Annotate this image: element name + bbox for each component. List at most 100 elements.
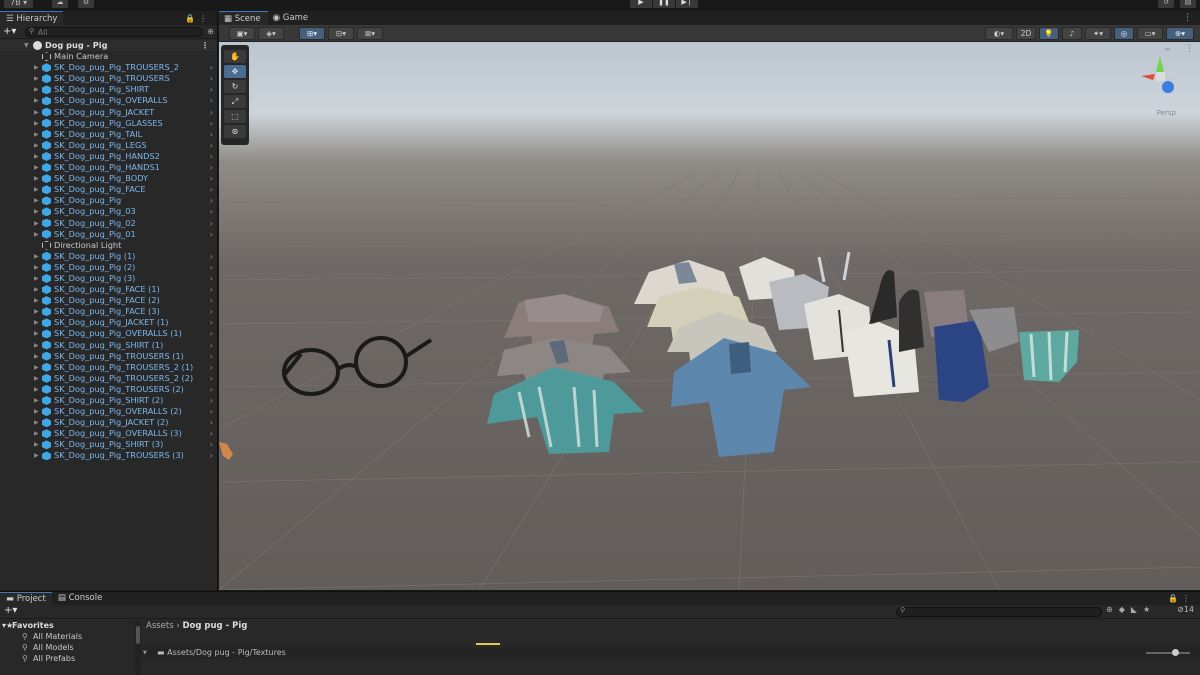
open-prefab-chevron-icon[interactable]: › [210, 173, 213, 184]
hidden-count-badge[interactable]: ⊘14 [1177, 605, 1194, 614]
gizmos-dropdown[interactable]: ⊕▾ [1166, 27, 1194, 40]
cloud-icon[interactable]: ☁ [52, 0, 68, 8]
expand-arrow-icon[interactable]: ▶ [34, 439, 39, 450]
move-tool-icon[interactable]: ✥ [224, 65, 246, 78]
pause-button[interactable]: ❚❚ [653, 0, 675, 8]
hierarchy-item[interactable]: ▶ SK_Dog_pug_Pig (1) › [0, 251, 217, 262]
favorite-item[interactable]: All Prefabs [0, 653, 140, 664]
open-prefab-chevron-icon[interactable]: › [210, 362, 213, 373]
expand-arrow-icon[interactable]: ▶ [34, 73, 39, 84]
create-asset-button[interactable]: +▾ [4, 605, 17, 616]
open-prefab-chevron-icon[interactable]: › [210, 284, 213, 295]
favorite-item[interactable]: All Models [0, 642, 140, 653]
hierarchy-item[interactable]: ▶ SK_Dog_pug_Pig_02 › [0, 218, 217, 229]
create-button[interactable]: +▾ [3, 26, 21, 37]
hierarchy-item[interactable]: ▶ SK_Dog_pug_Pig_SHIRT (2) › [0, 395, 217, 406]
open-prefab-chevron-icon[interactable]: › [210, 351, 213, 362]
expand-arrow-icon[interactable]: ▶ [34, 317, 39, 328]
hierarchy-item[interactable]: ▶ SK_Dog_pug_Pig › [0, 195, 217, 206]
hierarchy-item[interactable]: ▶ SK_Dog_pug_Pig_TROUSERS_2 (1) › [0, 362, 217, 373]
hierarchy-item[interactable]: ▶ SK_Dog_pug_Pig_HANDS1 › [0, 162, 217, 173]
snap-increment-dropdown[interactable]: ⊟▾ [328, 27, 354, 40]
open-prefab-chevron-icon[interactable]: › [210, 118, 213, 129]
project-search-input[interactable] [896, 606, 1102, 617]
expand-arrow-icon[interactable]: ▶ [34, 195, 39, 206]
expand-arrow-icon[interactable]: ▶ [34, 218, 39, 229]
hierarchy-item[interactable]: ▶ SK_Dog_pug_Pig_BODY › [0, 173, 217, 184]
favorites-header[interactable]: ▾★ Favorites [0, 620, 140, 631]
draw-mode-dropdown[interactable]: ▣▾ [229, 27, 255, 40]
open-prefab-chevron-icon[interactable]: › [210, 340, 213, 351]
hierarchy-item[interactable]: ▶ SK_Dog_pug_Pig_03 › [0, 206, 217, 217]
expand-arrow-icon[interactable]: ▶ [34, 262, 39, 273]
expand-arrow-icon[interactable]: ▶ [34, 95, 39, 106]
open-prefab-chevron-icon[interactable]: › [210, 73, 213, 84]
viewport-menu-icon[interactable]: ⋮ [1185, 44, 1194, 54]
hierarchy-item[interactable]: ▶ SK_Dog_pug_Pig_TROUSERS (3) › [0, 450, 217, 461]
step-button[interactable]: ▶❘ [676, 0, 698, 8]
hierarchy-item[interactable]: ▶ SK_Dog_pug_Pig_OVERALLS (1) › [0, 328, 217, 339]
hierarchy-item[interactable]: ▶ SK_Dog_pug_Pig_TROUSERS_2 › [0, 62, 217, 73]
expand-arrow-icon[interactable]: ▶ [34, 140, 39, 151]
render-mode-dropdown[interactable]: ◐▾ [985, 27, 1013, 40]
hierarchy-item[interactable]: ▶ SK_Dog_pug_Pig_TROUSERS_2 (2) › [0, 373, 217, 384]
open-prefab-chevron-icon[interactable]: › [210, 273, 213, 284]
panel-menu-icon[interactable]: ⋮ [1183, 11, 1200, 25]
open-prefab-chevron-icon[interactable]: › [210, 317, 213, 328]
open-prefab-chevron-icon[interactable]: › [210, 395, 213, 406]
expand-arrow-icon[interactable]: ▶ [34, 295, 39, 306]
open-prefab-chevron-icon[interactable]: › [210, 162, 213, 173]
expand-arrow-icon[interactable]: ▶ [34, 417, 39, 428]
open-prefab-chevron-icon[interactable]: › [210, 229, 213, 240]
open-prefab-chevron-icon[interactable]: › [210, 206, 213, 217]
expand-arrow-icon[interactable]: ▶ [34, 362, 39, 373]
hierarchy-item[interactable]: ▶ SK_Dog_pug_Pig_JACKET (2) › [0, 417, 217, 428]
scale-tool-icon[interactable]: ⤢ [224, 95, 246, 108]
expand-arrow-icon[interactable]: ▶ [34, 373, 39, 384]
tab-game[interactable]: ◉ Game [268, 11, 315, 25]
hierarchy-item[interactable]: Directional Light [0, 240, 217, 251]
open-prefab-chevron-icon[interactable]: › [210, 184, 213, 195]
tab-project[interactable]: ▬ Project [0, 592, 52, 605]
expand-arrow-icon[interactable]: ▶ [34, 306, 39, 317]
open-prefab-chevron-icon[interactable]: › [210, 450, 213, 461]
expand-arrow-icon[interactable]: ▶ [34, 151, 39, 162]
hierarchy-item[interactable]: ▶ SK_Dog_pug_Pig_LEGS › [0, 140, 217, 151]
expand-arrow-icon[interactable]: ▶ [34, 229, 39, 240]
scene-menu-icon[interactable]: ⋮ [201, 40, 209, 51]
orientation-gizmo[interactable] [1141, 56, 1177, 93]
shirt-models[interactable] [634, 257, 919, 457]
overlay-menu-icon[interactable]: ═ [1165, 45, 1170, 54]
play-button[interactable]: ▶ [630, 0, 652, 8]
icon-size-slider[interactable] [1146, 649, 1190, 656]
tab-scene[interactable]: ▦ Scene [219, 11, 268, 25]
expand-arrow-icon[interactable]: ▶ [34, 395, 39, 406]
expand-arrow-icon[interactable]: ▶ [34, 406, 39, 417]
hierarchy-item[interactable]: ▶ SK_Dog_pug_Pig_TROUSERS (2) › [0, 384, 217, 395]
folder-path[interactable]: Assets/Dog pug - Pig/Textures [167, 648, 286, 657]
hierarchy-item[interactable]: ▶ SK_Dog_pug_Pig_GLASSES › [0, 118, 217, 129]
expand-arrow-icon[interactable]: ▶ [34, 162, 39, 173]
open-prefab-chevron-icon[interactable]: › [210, 95, 213, 106]
panel-menu-icon[interactable]: 🔒⋮ [185, 14, 217, 23]
scene-root[interactable]: ▼ Dog pug - Pig ⋮ [0, 40, 217, 52]
expand-arrow-icon[interactable]: ▶ [34, 206, 39, 217]
open-prefab-chevron-icon[interactable]: › [210, 107, 213, 118]
hierarchy-item[interactable]: ▶ SK_Dog_pug_Pig_TROUSERS › [0, 73, 217, 84]
open-prefab-chevron-icon[interactable]: › [210, 140, 213, 151]
expand-arrow-icon[interactable]: ▶ [34, 107, 39, 118]
expand-arrow-icon[interactable]: ▶ [34, 184, 39, 195]
history-icon[interactable]: ↺ [1158, 0, 1174, 8]
expand-arrow-icon[interactable]: ▶ [34, 340, 39, 351]
open-prefab-chevron-icon[interactable]: › [210, 195, 213, 206]
open-prefab-chevron-icon[interactable]: › [210, 262, 213, 273]
hand-tool-icon[interactable]: ✋ [224, 50, 246, 63]
expand-arrow-icon[interactable]: ▶ [34, 251, 39, 262]
favorite-item[interactable]: All Materials [0, 631, 140, 642]
hierarchy-item[interactable]: ▶ SK_Dog_pug_Pig_OVERALLS (3) › [0, 428, 217, 439]
effects-dropdown[interactable]: ✦▾ [1085, 27, 1111, 40]
grid-snap-toggle[interactable]: ⊞▾ [299, 27, 325, 40]
expand-arrow-icon[interactable]: ▶ [34, 384, 39, 395]
expand-arrow-icon[interactable]: ▼ [24, 40, 29, 51]
hierarchy-item[interactable]: ▶ SK_Dog_pug_Pig_JACKET (1) › [0, 317, 217, 328]
